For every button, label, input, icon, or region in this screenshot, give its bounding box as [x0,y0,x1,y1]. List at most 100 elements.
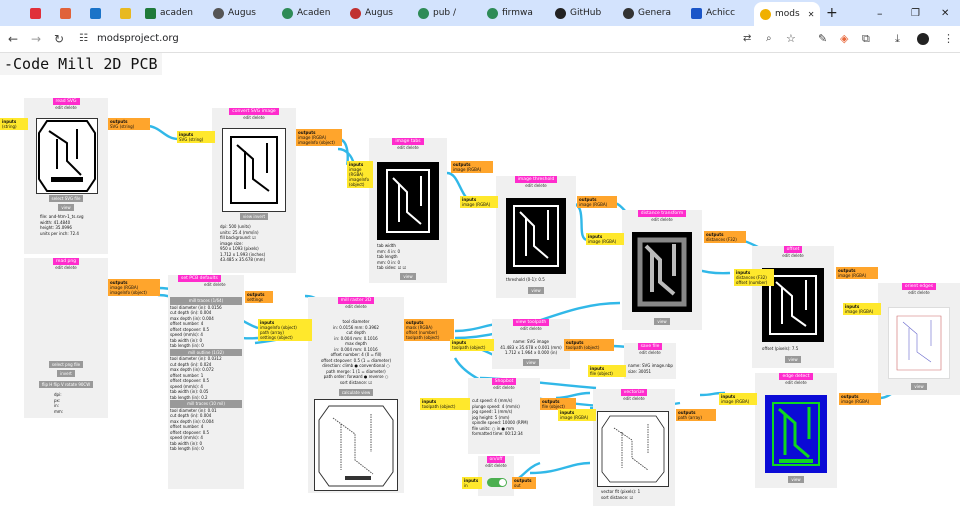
view-button[interactable]: view [788,476,804,483]
distance-transform-outputs[interactable]: outputs distances (F32) [704,231,746,243]
minimize-button[interactable]: – [877,5,883,21]
edit-delete[interactable]: edit delete [593,396,675,401]
edit-delete[interactable]: edit delete [492,326,570,331]
section-header[interactable]: mill traces (1/64) [170,297,242,305]
module-name[interactable]: edge detect [779,373,813,380]
translate-icon[interactable]: ⇄ [743,31,751,47]
extension-icon[interactable]: ◈ [840,31,848,47]
set-pcb-outputs[interactable]: outputs settings [245,291,273,303]
view-toolpath-outputs[interactable]: outputs toolpath (object) [564,339,614,351]
view-button[interactable]: view [785,356,801,363]
vectorize-outputs[interactable]: outputs path (array) [676,409,716,421]
module-name[interactable]: image threshold [514,176,558,183]
menu-icon[interactable]: ⋮ [943,31,954,47]
star-icon[interactable]: ☆ [786,31,796,47]
browser-tab[interactable]: Augus [213,5,273,21]
edit-delete[interactable]: edit delete [24,265,108,270]
back-arrow-icon[interactable]: ← [8,31,18,47]
edit-delete[interactable]: edit delete [622,217,702,222]
browser-tab[interactable]: pub / [418,5,478,21]
read-svg-outputs[interactable]: outputs SVG (string) [108,118,150,130]
browser-tab[interactable]: firmwa [487,5,547,21]
view-button[interactable]: view [58,204,74,211]
edit-delete[interactable]: edit delete [496,183,576,188]
browser-tab[interactable] [60,5,75,21]
view-button[interactable]: view [400,273,416,280]
edit-delete[interactable]: edit delete [752,253,834,258]
module-name[interactable]: set PCB defaults [178,275,221,282]
module-name[interactable]: vectorize [620,389,648,396]
module-name[interactable]: read png [52,258,80,265]
download-icon[interactable]: ⤓ [895,31,900,47]
convert-svg-outputs[interactable]: outputs image (RGBA) imageInfo (object) [296,129,342,146]
browser-tab[interactable]: acaden [145,5,205,21]
close-window-button[interactable]: ✕ [941,5,949,21]
view-button[interactable]: view [528,287,544,294]
image-tabs-inputs[interactable]: inputs image (RGBA) imageInfo (object) [347,161,373,188]
image-threshold-outputs[interactable]: outputs image (RGBA) [577,196,617,208]
toggle-switch[interactable] [487,478,507,487]
browser-tab[interactable]: Genera [623,5,685,21]
vectorize-inputs[interactable]: inputs image (RGBA) [558,409,596,421]
mill-raster-inputs[interactable]: inputs imageInfo (object) path (array) sett… [258,319,312,341]
edge-detect-outputs[interactable]: outputs image (RGBA) [839,393,881,405]
section-header[interactable]: mill outline (1/32) [170,348,242,356]
avatar[interactable] [917,33,929,45]
select-png-button[interactable]: select png file [48,361,84,368]
module-name[interactable]: offset [783,246,803,253]
forward-arrow-icon[interactable]: → [31,31,41,47]
reload-icon[interactable]: ↻ [54,31,64,47]
select-svg-button[interactable]: select SVG file [48,195,84,202]
maximize-button[interactable]: ❐ [911,5,920,21]
edit-delete[interactable]: edit delete [308,304,404,309]
browser-tab[interactable] [120,5,135,21]
orient-edges-inputs[interactable]: inputs image (RGBA) [843,303,881,315]
zoom-icon[interactable]: ⌕ [766,31,772,47]
flip-rotate-buttons[interactable]: flip H flip V rotate 90CW [38,381,94,388]
browser-tab[interactable]: Augus [350,5,410,21]
edge-detect-inputs[interactable]: inputs image (RGBA) [719,393,757,405]
module-name[interactable]: orient edges [901,283,937,290]
browser-tab[interactable]: Acaden [282,5,342,21]
edit-delete[interactable]: edit delete [204,282,244,287]
view-invert-buttons[interactable]: view invert [239,213,269,220]
browser-tab[interactable]: GitHub [555,5,617,21]
address-bar[interactable]: modsproject.org [97,33,179,44]
image-tabs-outputs[interactable]: outputs image (RGBA) [451,161,493,173]
module-name[interactable]: Shopbot [491,378,517,385]
on-off-inputs[interactable]: inputs in [462,477,482,489]
read-svg-inputs[interactable]: inputs (string) [0,118,28,130]
edit-delete[interactable]: edit delete [369,145,447,150]
browser-tab[interactable] [90,5,105,21]
distance-transform-inputs[interactable]: inputs image (RGBA) [586,233,624,245]
edit-delete[interactable]: edit delete [624,350,676,355]
module-name[interactable]: distance transform [637,210,687,217]
browser-tab[interactable]: Achicc [691,5,753,21]
browser-tab-active[interactable]: mods ✕ [754,2,820,26]
offset-outputs[interactable]: outputs image (RGBA) [836,267,878,279]
module-name[interactable]: image tabs [392,138,424,145]
on-off-outputs[interactable]: outputs out [512,477,536,489]
module-name[interactable]: mill raster 2D [337,297,375,304]
edit-delete[interactable]: edit delete [24,105,108,110]
read-png-outputs[interactable]: outputs image (RGBA) imageInfo (object) [108,279,160,296]
site-info-icon[interactable]: ☷ [79,31,88,47]
edit-delete[interactable]: edit delete [212,115,296,120]
module-name[interactable]: convert SVG image [229,108,279,115]
browser-tab[interactable] [30,5,45,21]
view-button[interactable]: view [523,359,539,366]
pen-icon[interactable]: ✎ [818,31,827,47]
invert-button[interactable]: invert [57,370,75,377]
shopbot-inputs[interactable]: inputs toolpath (object) [420,398,470,410]
edit-delete[interactable]: edit delete [878,290,960,295]
view-button[interactable]: view [911,383,927,390]
view-button[interactable]: view [654,318,670,325]
calculate-view-buttons[interactable]: calculate view [338,389,374,396]
edit-delete[interactable]: edit delete [468,385,540,390]
offset-inputs[interactable]: inputs distances (F32) offset (number) [734,269,774,286]
puzzle-icon[interactable]: ⧉ [862,31,870,47]
module-name[interactable]: view toolpath [512,319,550,326]
module-name[interactable]: read SVG [52,98,80,105]
view-toolpath-inputs[interactable]: inputs toolpath (object) [450,339,494,351]
mill-raster-outputs[interactable]: outputs mask (RGBA) offset (number) toolpat… [404,319,454,341]
